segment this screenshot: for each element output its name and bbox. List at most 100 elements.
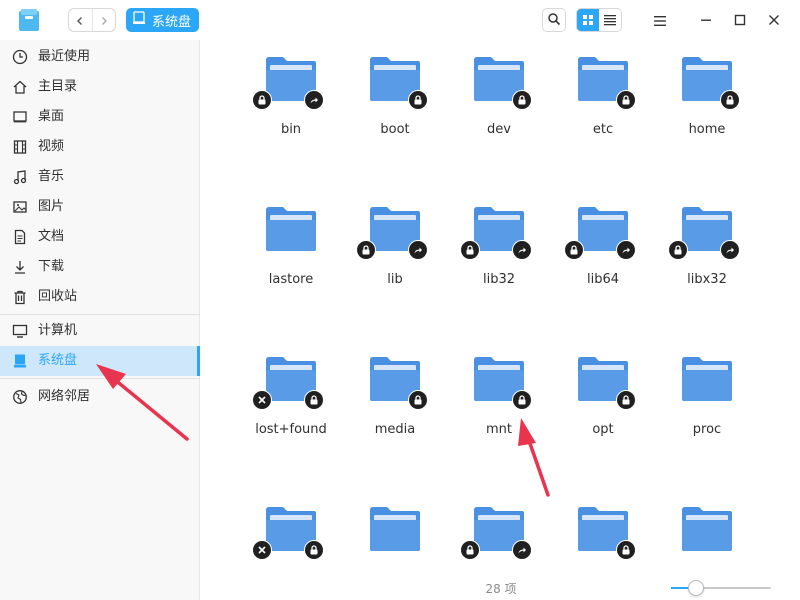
- lock-icon: [720, 90, 740, 110]
- file-name: media: [374, 422, 416, 437]
- sidebar-item-recent[interactable]: 最近使用: [0, 42, 200, 72]
- search-button[interactable]: [542, 8, 566, 32]
- folder-item[interactable]: lib32: [449, 190, 549, 310]
- maximize-icon: [734, 11, 746, 30]
- sidebar-item-label: 图片: [38, 199, 65, 214]
- sidebar-item-label: 桌面: [38, 109, 65, 124]
- sidebar-item-computer[interactable]: 计算机: [0, 316, 200, 346]
- sidebar-item-label: 网络邻居: [38, 389, 91, 404]
- forward-button[interactable]: [91, 9, 116, 31]
- folder-item[interactable]: mnt: [449, 340, 549, 460]
- lock-icon: [460, 240, 480, 260]
- file-name: bin: [280, 122, 302, 137]
- file-name: libx32: [687, 272, 727, 287]
- sidebar-item-downloads[interactable]: 下载: [0, 252, 200, 282]
- item-count: 28 项: [485, 582, 517, 596]
- folder-icon: [680, 506, 734, 552]
- sidebar-item-label: 音乐: [38, 169, 65, 184]
- list-view-button[interactable]: [599, 9, 621, 31]
- file-manager-icon[interactable]: [18, 8, 40, 32]
- maximize-button[interactable]: [728, 8, 752, 32]
- list-view-icon: [604, 11, 616, 30]
- no-access-icon: [252, 540, 272, 560]
- slider-handle[interactable]: [688, 580, 704, 596]
- folder-item[interactable]: lib64: [553, 190, 653, 310]
- title-bar: 系统盘: [0, 0, 800, 40]
- symlink-arrow-icon: [512, 240, 532, 260]
- navigation-buttons: [68, 8, 116, 32]
- folder-item[interactable]: home: [657, 40, 757, 160]
- sidebar-item-label: 计算机: [38, 323, 78, 338]
- sidebar-item-pictures[interactable]: 图片: [0, 192, 200, 222]
- sidebar-item-music[interactable]: 音乐: [0, 162, 200, 192]
- file-name: etc: [592, 122, 614, 137]
- grid-view-icon: [582, 11, 594, 30]
- sidebar-item-system-disk[interactable]: 系统盘: [0, 346, 200, 376]
- network-icon: [12, 389, 28, 405]
- folder-item[interactable]: opt: [553, 340, 653, 460]
- file-grid: bin boot dev etc home lastore lib lib32 lib64 lib…: [201, 40, 800, 600]
- file-name: home: [688, 122, 726, 137]
- trash-icon: [12, 289, 28, 305]
- main-menu-button[interactable]: [648, 8, 672, 32]
- chevron-right-icon: [99, 11, 109, 30]
- lock-icon: [616, 540, 636, 560]
- sidebar-item-label: 系统盘: [38, 353, 78, 368]
- folder-item[interactable]: dev: [449, 40, 549, 160]
- icon-size-slider[interactable]: [671, 580, 771, 596]
- lock-icon: [304, 540, 324, 560]
- folder-item[interactable]: lib: [345, 190, 445, 310]
- sidebar-item-trash[interactable]: 回收站: [0, 282, 200, 312]
- sidebar-item-label: 回收站: [38, 289, 78, 304]
- folder-item[interactable]: lost+found: [241, 340, 341, 460]
- lock-icon: [668, 240, 688, 260]
- desktop-icon: [12, 109, 28, 125]
- breadcrumb[interactable]: 系统盘: [126, 8, 200, 32]
- file-name: dev: [487, 122, 511, 137]
- folder-item[interactable]: etc: [553, 40, 653, 160]
- search-icon: [547, 11, 561, 30]
- lock-icon: [460, 540, 480, 560]
- folder-item[interactable]: boot: [345, 40, 445, 160]
- sidebar-item-network[interactable]: 网络邻居: [0, 382, 200, 412]
- lock-icon: [564, 240, 584, 260]
- folder-item[interactable]: lastore: [241, 190, 341, 310]
- lock-icon: [304, 390, 324, 410]
- file-name: lastore: [268, 272, 314, 287]
- close-icon: [768, 11, 780, 30]
- sidebar-item-label: 主目录: [38, 79, 78, 94]
- view-mode-switch: [576, 8, 622, 32]
- sidebar-item-label: 文档: [38, 229, 65, 244]
- close-button[interactable]: [762, 8, 786, 32]
- folder-item[interactable]: proc: [657, 340, 757, 460]
- folder-item[interactable]: media: [345, 340, 445, 460]
- sidebar-item-videos[interactable]: 视频: [0, 132, 200, 162]
- no-access-icon: [252, 390, 272, 410]
- minimize-button[interactable]: [694, 8, 718, 32]
- file-manager-window: 系统盘 最近使用 主目录 桌面 视频 音乐 图片 文档 下载 回收站 计算机 系…: [0, 0, 800, 600]
- back-button[interactable]: [69, 9, 92, 31]
- symlink-arrow-icon: [616, 240, 636, 260]
- lock-icon: [616, 90, 636, 110]
- lock-icon: [408, 390, 428, 410]
- home-icon: [12, 79, 28, 95]
- hamburger-menu-icon: [654, 11, 666, 30]
- sidebar-item-documents[interactable]: 文档: [0, 222, 200, 252]
- computer-icon: [12, 323, 28, 339]
- sidebar-item-desktop[interactable]: 桌面: [0, 102, 200, 132]
- status-bar: 28 项: [201, 576, 800, 600]
- sidebar-divider: [0, 378, 200, 379]
- icon-view-button[interactable]: [577, 9, 599, 31]
- sidebar-item-home[interactable]: 主目录: [0, 72, 200, 102]
- sidebar-item-label: 视频: [38, 139, 65, 154]
- lock-icon: [252, 90, 272, 110]
- breadcrumb-label: 系统盘: [152, 14, 192, 30]
- sidebar-divider: [0, 314, 200, 315]
- folder-item[interactable]: bin: [241, 40, 341, 160]
- film-icon: [12, 139, 28, 155]
- folder-item[interactable]: libx32: [657, 190, 757, 310]
- lock-icon: [512, 390, 532, 410]
- lock-icon: [356, 240, 376, 260]
- chevron-left-icon: [75, 11, 85, 30]
- file-name: lib64: [586, 272, 620, 287]
